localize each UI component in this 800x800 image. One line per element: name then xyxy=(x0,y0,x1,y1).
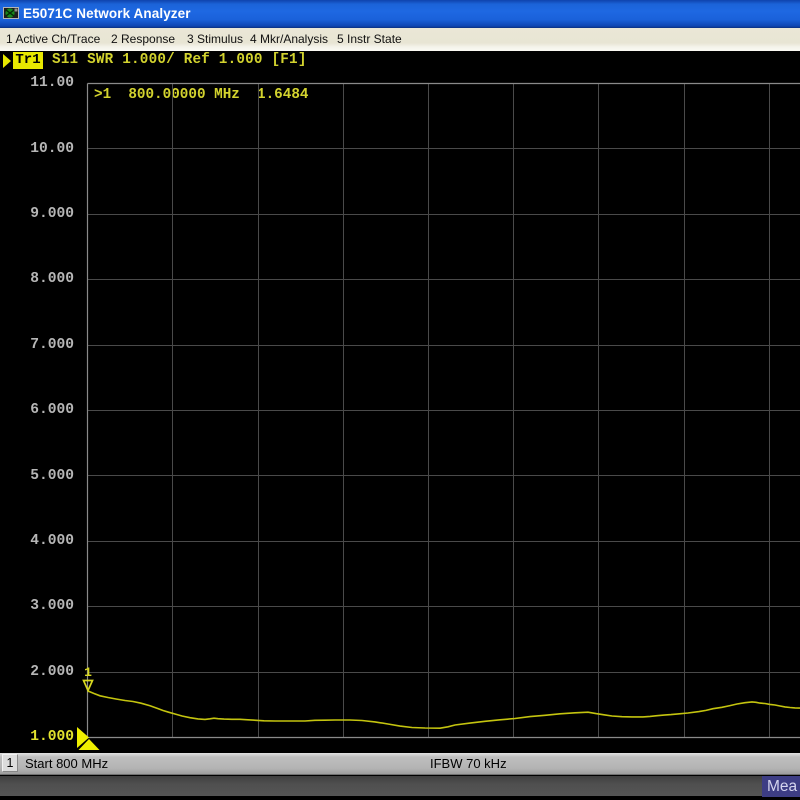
svg-text:1: 1 xyxy=(84,665,92,680)
